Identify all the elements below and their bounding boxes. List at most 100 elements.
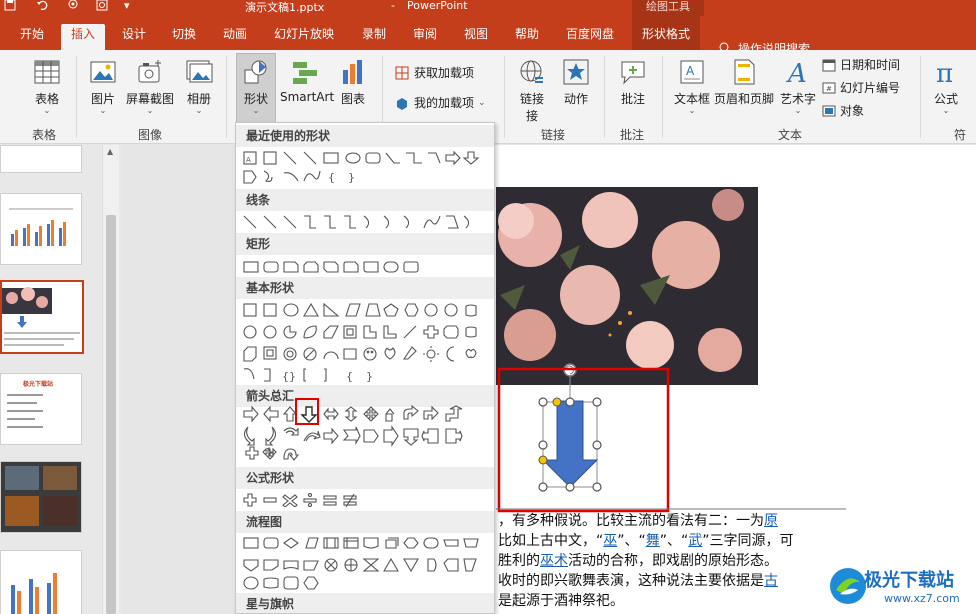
hyperlink[interactable]: 巫 xyxy=(603,533,617,549)
my-addins-button[interactable]: 我的加载项 ⌄ xyxy=(394,94,486,111)
slide-text-line-2[interactable]: 比如上古中文，“巫”、“舞”、“武”三字同源，可 xyxy=(498,530,794,550)
thumbnail-scrollbar[interactable]: ▲ xyxy=(102,145,119,614)
picture-button[interactable]: 图片 ⌄ xyxy=(88,58,118,115)
watermark-url: www.xz7.com xyxy=(884,592,960,605)
slide-number-button[interactable]: # 幻灯片编号 xyxy=(822,79,900,96)
shapes-button[interactable]: 形状 ⌄ xyxy=(236,53,276,123)
hyperlink[interactable]: 原 xyxy=(764,513,778,529)
header-footer-button[interactable]: 页眉和页脚 xyxy=(712,58,776,107)
thumbnail-chart-2 xyxy=(11,573,57,614)
slide-thumbnail-4[interactable]: 极光下载站 xyxy=(0,373,82,445)
slide-number-icon: # xyxy=(822,82,836,93)
tab-slideshow[interactable]: 幻灯片放映 xyxy=(274,24,334,48)
object-button[interactable]: 对象 xyxy=(822,102,864,119)
globe-link-icon xyxy=(520,60,543,83)
photo-album-button[interactable]: 相册 ⌄ xyxy=(184,58,214,115)
textbox-button[interactable]: A 文本框 ⌄ xyxy=(672,58,712,115)
tab-view[interactable]: 视图 xyxy=(464,24,488,48)
link-label: 链接 xyxy=(519,92,544,106)
smartart-button[interactable]: SmartArt xyxy=(280,58,335,104)
thumbnail-chart xyxy=(9,208,73,246)
comment-button[interactable]: 批注 xyxy=(616,58,650,107)
table-button[interactable]: 表格 ⌄ xyxy=(30,58,64,115)
shapes-label: 形状 xyxy=(243,92,268,106)
roses-photo[interactable] xyxy=(496,187,758,385)
tab-transitions[interactable]: 切换 xyxy=(172,24,196,48)
slide-thumbnail-3-selected[interactable] xyxy=(0,280,84,354)
tab-record[interactable]: 录制 xyxy=(362,24,386,48)
link-button[interactable]: 链接 接 xyxy=(514,58,550,124)
calendar-icon xyxy=(822,59,836,71)
watermark: 极光下载站 www.xz7.com xyxy=(826,560,976,614)
touch-mode-icon[interactable] xyxy=(66,0,80,13)
screenshot-label: 屏幕截图 xyxy=(125,92,174,106)
svg-text:#: # xyxy=(826,85,832,93)
chart-button[interactable]: 图表 xyxy=(338,58,368,107)
tab-baidu-netdisk[interactable]: 百度网盘 xyxy=(566,24,614,48)
slide-text-line-3[interactable]: 胜利的巫术活动的合称，即戏剧的原始形态。 xyxy=(498,550,778,570)
section-recent-shapes: 最近使用的形状 xyxy=(236,125,494,147)
screenshot-button[interactable]: 屏幕截图 ⌄ xyxy=(124,58,176,115)
header-footer-label: 页眉和页脚 xyxy=(713,92,774,106)
my-addins-label: 我的加载项 xyxy=(414,96,475,110)
title-separator: - xyxy=(391,0,395,12)
shapes-gallery-dropdown: 最近使用的形状 A { } 线条 矩形 基本形状 {} {} 箭头总汇 公式形… xyxy=(235,122,495,614)
group-separator xyxy=(604,56,605,138)
undo-icon[interactable] xyxy=(36,0,48,13)
basic-shapes-grid[interactable]: {} { } xyxy=(242,301,484,385)
wordart-label: 艺术字 xyxy=(780,92,817,106)
text-run: ”、“ xyxy=(617,533,646,549)
group-separator xyxy=(226,56,227,138)
slide-text-line-5[interactable]: 是起源于酒神祭祀。 xyxy=(498,590,624,610)
date-time-label: 日期和时间 xyxy=(840,58,901,72)
tab-help[interactable]: 帮助 xyxy=(515,24,539,48)
save-icon[interactable] xyxy=(4,0,16,13)
date-time-button[interactable]: 日期和时间 xyxy=(822,56,900,73)
preview-icon[interactable] xyxy=(96,0,108,13)
action-button[interactable]: 动作 xyxy=(560,58,592,107)
wordart-button[interactable]: A 艺术字 ⌄ xyxy=(780,58,816,115)
hyperlink[interactable]: 武 xyxy=(688,533,702,549)
smartart-label: SmartArt xyxy=(280,90,335,104)
hyperlink[interactable]: 古 xyxy=(764,573,778,589)
action-star-icon xyxy=(563,59,589,85)
down-arrow-shape[interactable] xyxy=(541,376,599,488)
textbox-icon: A xyxy=(680,60,704,84)
comment-icon xyxy=(621,61,645,85)
group-separator xyxy=(76,56,77,138)
slide-thumbnail-5[interactable] xyxy=(0,461,82,533)
flowchart-grid[interactable] xyxy=(242,535,484,591)
scroll-thumb[interactable] xyxy=(106,215,116,614)
recent-shapes-row[interactable]: A { } xyxy=(242,149,484,187)
group-comment-label: 批注 xyxy=(620,128,645,142)
lines-row[interactable] xyxy=(242,213,484,231)
tab-design[interactable]: 设计 xyxy=(122,24,146,48)
slide-thumbnail-2[interactable] xyxy=(0,193,82,265)
block-arrows-grid[interactable] xyxy=(242,405,484,465)
slide-text-line-1[interactable]: ，有多种假说。比较主流的看法有二：一为原 xyxy=(498,510,778,530)
tab-insert[interactable]: 插入 xyxy=(61,24,106,50)
customize-qa-icon[interactable]: ▾ xyxy=(124,0,130,13)
tab-review[interactable]: 审阅 xyxy=(413,24,437,48)
picture-label: 图片 xyxy=(90,92,115,106)
equation-button[interactable]: π 公式 ⌄ xyxy=(930,58,962,115)
powerpoint-window: ▾ 演示文稿1.pptx - PowerPoint 绘图工具 开始 插入 设计 … xyxy=(0,0,976,614)
picture-dropdown-icon: ⌄ xyxy=(99,106,107,115)
tab-animations[interactable]: 动画 xyxy=(223,24,247,48)
equation-shapes-row[interactable] xyxy=(242,491,484,507)
tab-home[interactable]: 开始 xyxy=(20,24,44,48)
slide-text-line-4[interactable]: 收时的即兴歌舞表演，这种说法主要依据是古 xyxy=(498,570,778,590)
get-addins-button[interactable]: 获取加载项 xyxy=(394,64,474,81)
object-label: 对象 xyxy=(840,104,865,118)
drawing-tools-label: 绘图工具 xyxy=(632,0,704,16)
slide-thumbnail-6[interactable] xyxy=(0,550,82,614)
rectangles-row[interactable] xyxy=(242,259,484,275)
group-table-label: 表格 xyxy=(32,128,57,142)
hyperlink[interactable]: 舞 xyxy=(646,533,660,549)
scroll-up-icon[interactable]: ▲ xyxy=(107,147,113,156)
slide-thumbnail-1[interactable] xyxy=(0,145,82,173)
text-run: ，有多种假说。比较主流的看法有二：一为 xyxy=(498,513,764,529)
hyperlink[interactable]: 巫术 xyxy=(540,553,568,569)
tab-shape-format[interactable]: 形状格式 xyxy=(632,16,701,50)
addins-icon xyxy=(397,97,407,110)
